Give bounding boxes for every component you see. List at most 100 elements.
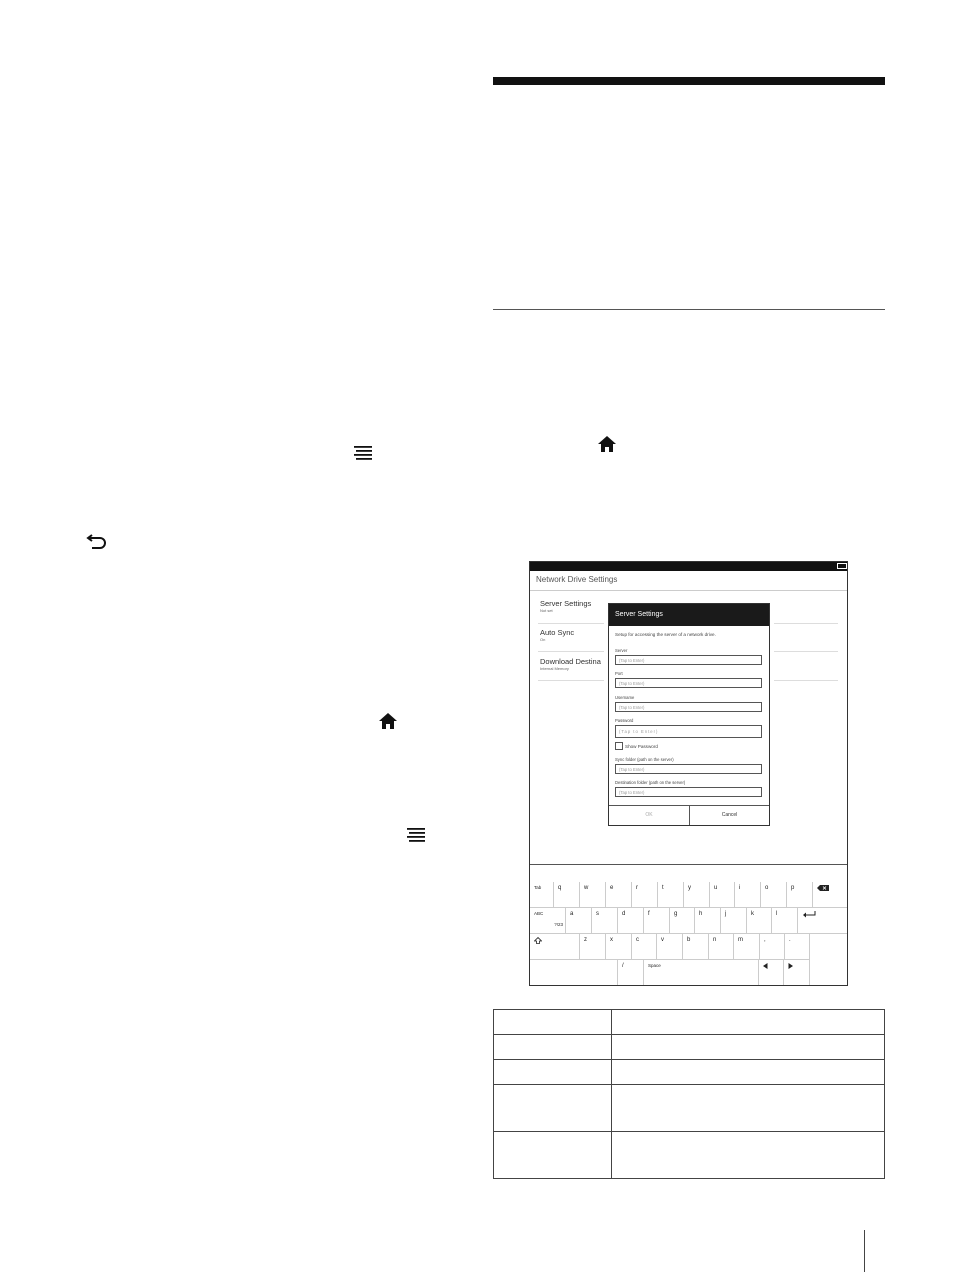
sync-folder-label: Sync folder (path on the server) [615,757,674,762]
key-z[interactable]: z [580,934,606,960]
key-enter[interactable] [798,908,847,934]
key-s[interactable]: s [592,908,618,934]
dialog-description: Setup for accessing the server of a netw… [615,632,716,637]
title-divider [530,590,847,591]
backspace-icon [817,885,829,893]
key-u[interactable]: u [710,882,735,908]
key-c[interactable]: c [632,934,657,960]
key-g[interactable]: g [670,908,695,934]
username-label: Username [615,695,635,700]
page-edge-line [864,1230,865,1272]
key-b[interactable]: b [683,934,709,960]
key-v[interactable]: v [657,934,683,960]
list-item-title: Download Destina [540,657,601,666]
password-input[interactable]: (Tap to Enter) [615,725,762,738]
keyboard-top-divider [530,864,847,865]
port-input[interactable]: (Tap to Enter) [615,678,762,688]
port-label: Port [615,671,623,676]
key-left[interactable] [759,960,784,985]
key-w[interactable]: w [580,882,606,908]
list-item-subtitle: On [540,637,546,642]
section-rule-thin [493,309,885,310]
signal-icon [828,564,835,577]
status-bar [530,562,847,577]
key-n[interactable]: n [709,934,734,960]
key-e[interactable]: e [606,882,632,908]
key-space[interactable]: Space [644,960,759,985]
menu-icon [406,827,426,843]
table-cell [611,1059,885,1085]
server-label: Server [615,648,628,653]
show-password-checkbox[interactable] [615,742,623,750]
key-right[interactable] [784,960,810,985]
dialog-title: Server Settings [615,611,663,618]
table-cell [611,1131,885,1179]
key-r[interactable]: r [632,882,658,908]
key-q[interactable]: q [554,882,580,908]
key-l[interactable]: l [772,908,798,934]
key-abc-sublabel: ?!23 [554,922,563,927]
list-divider [774,651,838,652]
key-x[interactable]: x [606,934,632,960]
username-input[interactable]: (Tap to Enter) [615,702,762,712]
password-label: Password [615,718,634,723]
key-f[interactable]: f [644,908,670,934]
destination-folder-label: Destination folder (path on the server) [615,780,686,785]
ok-button[interactable]: OK [609,806,689,825]
device-screenshot: Network Drive Settings Server Settings N… [529,561,848,986]
key-period[interactable]: . [785,934,810,960]
key-t[interactable]: t [658,882,684,908]
table-row [493,1034,885,1060]
key-m[interactable]: m [734,934,760,960]
shift-icon [533,936,543,946]
key-k[interactable]: k [747,908,772,934]
table-cell [611,1084,885,1132]
list-item-download-destination[interactable]: Download Destina Internal Memory [540,657,606,681]
table-cell [493,1059,612,1085]
table-row [493,1059,885,1085]
list-divider [538,623,604,624]
table-row [493,1131,885,1179]
key-j[interactable]: j [721,908,747,934]
section-rule-thick [493,77,885,85]
arrow-left-icon [763,963,768,971]
key-backspace[interactable] [813,882,847,908]
list-divider [774,680,838,681]
onscreen-keyboard: Tab q w e r t y u i o p ABC ?!23 a s d f… [530,882,847,985]
arrow-right-icon [788,963,793,971]
key-blank[interactable] [810,934,847,985]
battery-icon [837,563,847,569]
key-i[interactable]: i [735,882,761,908]
table-cell [493,1009,612,1035]
key-comma[interactable]: , [760,934,785,960]
key-abc[interactable]: ABC ?!23 [530,908,566,934]
key-a[interactable]: a [566,908,592,934]
key-o[interactable]: o [761,882,787,908]
server-input[interactable]: (Tap to Enter) [615,655,762,665]
key-d[interactable]: d [618,908,644,934]
key-shift[interactable] [530,934,580,960]
table-cell [493,1131,612,1179]
key-h[interactable]: h [695,908,721,934]
table-cell [493,1084,612,1132]
key-slash[interactable]: / [618,960,644,985]
key-abc-label: ABC [534,911,544,916]
list-item-title: Auto Sync [540,628,575,637]
list-item-server-settings[interactable]: Server Settings Not set [540,599,604,623]
destination-folder-input[interactable]: (Tap to Enter) [615,787,762,797]
table-cell [493,1034,612,1060]
key-tab[interactable]: Tab [530,882,554,908]
cancel-button[interactable]: Cancel [690,806,769,825]
home-icon [597,435,617,453]
key-p[interactable]: p [787,882,813,908]
sync-folder-input[interactable]: (Tap to Enter) [615,764,762,774]
list-item-title: Server Settings [540,599,592,608]
menu-icon [353,445,373,461]
list-divider [538,651,604,652]
list-item-auto-sync[interactable]: Auto Sync On [540,628,604,652]
key-blank[interactable] [530,960,618,985]
key-y[interactable]: y [684,882,710,908]
list-divider [538,680,604,681]
list-item-subtitle: Not set [540,608,553,613]
table-cell [611,1009,885,1035]
